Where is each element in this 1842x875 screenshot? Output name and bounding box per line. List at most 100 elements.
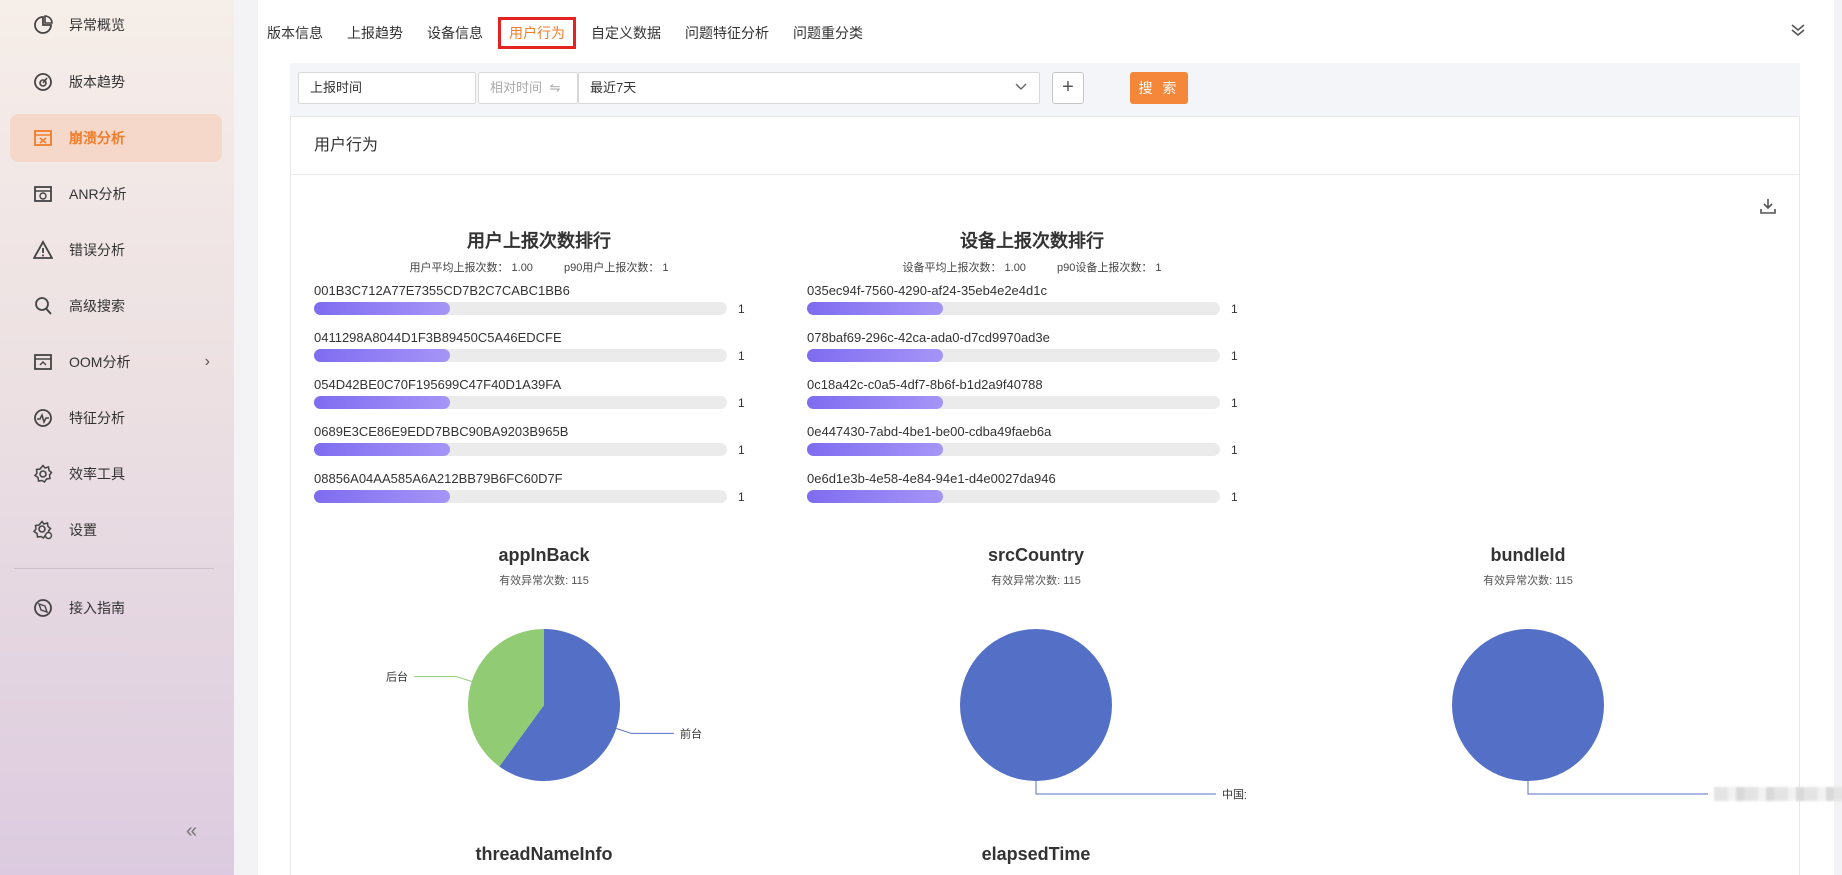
- rank-row: 078baf69-296c-42ca-ada0-d7cd9970ad3e 1: [807, 330, 1257, 374]
- rank-id[interactable]: 0411298A8044D1F3B89450C5A46EDCFE: [314, 330, 764, 345]
- sidebar-item-label: 接入指南: [69, 600, 125, 616]
- sidebar-item-tools[interactable]: 效率工具: [10, 450, 222, 498]
- filter-mode-select[interactable]: 相对时间 ⇋: [478, 72, 578, 104]
- rank-bar-track: [807, 396, 1220, 409]
- p90-value: 1: [662, 262, 669, 274]
- sidebar-item-oom[interactable]: OOM分析 ›: [10, 338, 222, 386]
- rank-row: 0e6d1e3b-4e58-4e84-94e1-d4e0027da946 1: [807, 471, 1257, 515]
- sidebar-item-overview[interactable]: 异常概览: [10, 1, 222, 49]
- rank-bar-fill: [807, 302, 944, 315]
- sidebar-item-version-trend[interactable]: 版本趋势: [10, 58, 222, 106]
- rank-row: 0689E3CE86E9EDD7BBC90BA9203B965B 1: [314, 424, 764, 468]
- user-rank-title: 用户上报次数排行: [467, 231, 611, 251]
- rank-bar-fill: [314, 490, 451, 503]
- tab-issue-features[interactable]: 问题特征分析: [676, 17, 778, 49]
- avg-value: 1.00: [511, 262, 533, 274]
- device-rank-title: 设备上报次数排行: [960, 231, 1104, 251]
- rank-id[interactable]: 078baf69-296c-42ca-ada0-d7cd9970ad3e: [807, 330, 1257, 345]
- rank-id[interactable]: 0689E3CE86E9EDD7BBC90BA9203B965B: [314, 424, 764, 439]
- pie-leader-line: [1527, 781, 1708, 795]
- search-button[interactable]: 搜 索: [1130, 72, 1188, 104]
- rank-bar-fill: [807, 490, 944, 503]
- gauge-icon: [32, 71, 54, 93]
- rank-bar-track: [807, 443, 1220, 456]
- sidebar-item-anr[interactable]: ANR分析: [10, 170, 222, 218]
- sidebar-item-settings[interactable]: 设置: [10, 506, 222, 554]
- rank-value: 1: [738, 396, 745, 410]
- collapse-sidebar-icon[interactable]: «: [186, 820, 197, 843]
- pie-chart-bundleid: bundleId 有效异常次数: 115: [1318, 545, 1842, 805]
- gear-icon: [32, 463, 54, 485]
- rank-id[interactable]: 035ec94f-7560-4290-af24-35eb4e2e4d1c: [807, 283, 1257, 298]
- sidebar-item-crash-analysis[interactable]: 崩溃分析: [10, 114, 222, 162]
- sidebar-item-guide[interactable]: 接入指南: [10, 584, 222, 632]
- user-rank-panel: 用户上报次数排行 用户平均上报次数： 1.00 p90用户上报次数： 1: [314, 227, 764, 275]
- filter-mode-label: 相对时间: [490, 80, 543, 95]
- sidebar-item-feature[interactable]: 特征分析: [10, 394, 222, 442]
- user-rank-list: 001B3C712A77E7355CD7B2C7CABC1BB6 1 0411298…: [314, 283, 764, 513]
- sidebar-item-label: 错误分析: [69, 242, 125, 258]
- rank-bar-track: [314, 396, 727, 409]
- filter-bar: 上报时间 相对时间 ⇋ 最近7天 + 搜 索: [290, 63, 1800, 117]
- filter-range-select[interactable]: 最近7天: [578, 72, 1040, 104]
- chevron-down-icon: [1015, 73, 1027, 103]
- download-icon[interactable]: [1759, 197, 1777, 215]
- pie-subtitle: 有效异常次数: 115: [499, 575, 589, 587]
- tab-user-behavior[interactable]: 用户行为: [498, 17, 576, 49]
- sidebar-item-error[interactable]: 错误分析: [10, 226, 222, 274]
- tab-report-trend[interactable]: 上报趋势: [338, 17, 412, 49]
- sidebar-item-label: 异常概览: [69, 17, 125, 33]
- rank-bar-fill: [314, 396, 451, 409]
- filter-field-select[interactable]: 上报时间: [298, 72, 476, 104]
- pie-title: appInBack: [498, 545, 590, 565]
- rank-value: 1: [1231, 349, 1238, 363]
- pie-label: 中国大陆: [1222, 787, 1246, 801]
- swap-icon: ⇋: [549, 80, 561, 95]
- rank-value: 1: [1231, 302, 1238, 316]
- sidebar-item-label: 特征分析: [69, 410, 125, 426]
- rank-id[interactable]: 0e6d1e3b-4e58-4e84-94e1-d4e0027da946: [807, 471, 1257, 486]
- rank-row: 054D42BE0C70F195699C47F40D1A39FA 1: [314, 377, 764, 421]
- crash-icon: [32, 127, 54, 149]
- pie-slice[interactable]: [1452, 629, 1604, 781]
- tab-device-info[interactable]: 设备信息: [418, 17, 492, 49]
- pie-label: 前台: [680, 726, 702, 740]
- tab-version-info[interactable]: 版本信息: [258, 17, 332, 49]
- tab-issue-reclassify[interactable]: 问题重分类: [784, 17, 872, 49]
- rank-id[interactable]: 054D42BE0C70F195699C47F40D1A39FA: [314, 377, 764, 392]
- pie-svg: 前台 后台: [386, 629, 702, 781]
- filter-range-value: 最近7天: [590, 80, 637, 95]
- sidebar-item-label: 版本趋势: [69, 74, 125, 90]
- sidebar-item-label: OOM分析: [69, 354, 131, 370]
- sidebar-divider: [14, 568, 214, 569]
- pie-leader-line: [616, 728, 674, 734]
- search-icon: [32, 295, 54, 317]
- sidebar-item-label: 崩溃分析: [69, 130, 125, 146]
- pie-chart-appinback: appInBack 有效异常次数: 115 前台 后台: [334, 545, 754, 805]
- rank-bar-track: [807, 302, 1220, 315]
- user-rank-stats: 用户平均上报次数： 1.00 p90用户上报次数： 1: [314, 259, 764, 275]
- double-chevron-down-icon[interactable]: [1790, 22, 1806, 43]
- add-filter-button[interactable]: +: [1052, 72, 1084, 104]
- rank-id[interactable]: 0e447430-7abd-4be1-be00-cdba49faeb6a: [807, 424, 1257, 439]
- pie-title: srcCountry: [987, 545, 1085, 565]
- rank-bar-fill: [314, 443, 451, 456]
- rank-id[interactable]: 08856A04AA585A6A212BB79B6FC60D7F: [314, 471, 764, 486]
- tab-custom-data[interactable]: 自定义数据: [582, 17, 670, 49]
- rank-bar-fill: [314, 349, 451, 362]
- rank-value: 1: [1231, 396, 1238, 410]
- rank-bar-track: [314, 443, 727, 456]
- pie-slice[interactable]: [960, 629, 1112, 781]
- rank-id[interactable]: 001B3C712A77E7355CD7B2C7CABC1BB6: [314, 283, 764, 298]
- rank-bar-fill: [314, 302, 451, 315]
- rank-value: 1: [738, 443, 745, 457]
- rank-id[interactable]: 0c18a42c-c0a5-4df7-8b6f-b1d2a9f40788: [807, 377, 1257, 392]
- tab-bar: 版本信息 上报趋势 设备信息 用户行为 自定义数据 问题特征分析 问题重分类: [258, 16, 878, 50]
- sidebar-item-advanced-search[interactable]: 高级搜索: [10, 282, 222, 330]
- avg-label: 用户平均上报次数：: [409, 262, 509, 274]
- sidebar-item-label: 设置: [69, 522, 97, 538]
- sidebar-item-label: 高级搜索: [69, 298, 125, 314]
- rank-bar-track: [807, 349, 1220, 362]
- rank-bar-track: [807, 490, 1220, 503]
- memory-icon: [32, 351, 54, 373]
